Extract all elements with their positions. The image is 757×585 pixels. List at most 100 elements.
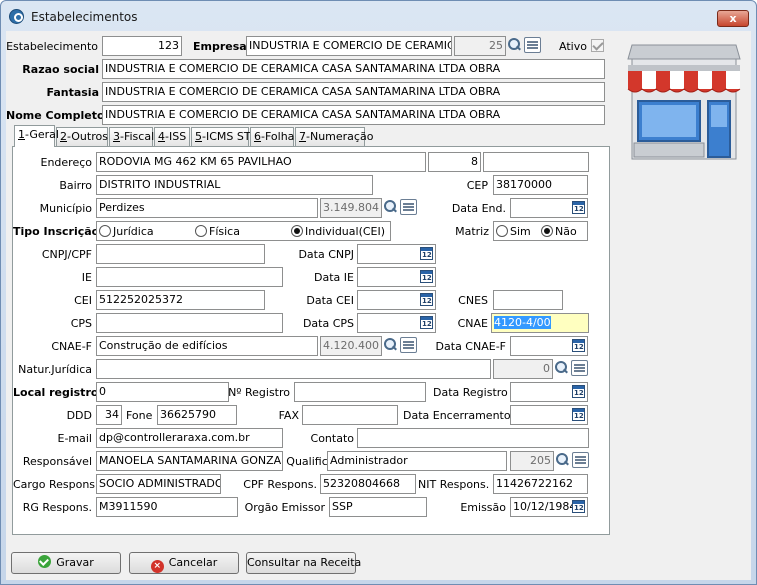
title-bar: Estabelecimentos x	[1, 1, 756, 31]
nit-respons-field[interactable]: 11426722162	[493, 474, 588, 494]
tab-numeracao-key: 7	[299, 130, 306, 143]
estabelecimento-field[interactable]: 123	[102, 36, 182, 56]
cnes-label: CNES	[458, 294, 488, 307]
tipo-fisica-radio[interactable]	[195, 225, 207, 237]
cnae-field[interactable]: 4120-4/00	[491, 313, 589, 333]
ddd-field[interactable]: 34	[96, 405, 122, 425]
cpf-respons-field[interactable]: 52320804668	[320, 474, 416, 494]
municipio-code-field: 3.149.804	[320, 198, 382, 218]
fantasia-label: Fantasia	[46, 86, 99, 99]
rg-respons-label: RG Respons.	[22, 501, 92, 514]
empresa-magnifier-icon[interactable]	[506, 36, 523, 54]
ie-field[interactable]	[96, 267, 283, 287]
natur-juridica-magnifier-icon[interactable]	[553, 359, 570, 377]
consultar-receita-button[interactable]: Consultar na Receita	[246, 552, 361, 574]
tab-outros-label: -Outros	[67, 130, 108, 143]
cnpj-label: CNPJ/CPF	[41, 248, 92, 261]
data-registro-calendar-icon[interactable]	[572, 385, 585, 398]
data-cnpj-label: Data CNPJ	[298, 248, 354, 261]
matriz-nao-radio[interactable]	[541, 225, 553, 237]
tab-geral-key: 1	[18, 128, 25, 141]
data-ie-calendar-icon[interactable]	[420, 270, 433, 283]
data-cnae-f-label: Data CNAE-F	[435, 340, 506, 353]
cep-label: CEP	[466, 179, 488, 192]
nome-completo-field[interactable]: INDUSTRIA E COMERCIO DE CERAMICA CASA SA…	[102, 105, 605, 125]
data-end-label: Data End.	[451, 202, 506, 215]
fone-field[interactable]: 36625790	[157, 405, 237, 425]
numero-field[interactable]: 8	[428, 152, 481, 172]
tab-icms-st[interactable]: 5-ICMS ST	[191, 127, 251, 147]
data-cps-calendar-icon[interactable]	[420, 316, 433, 329]
qualificacao-code-field: 205	[510, 451, 554, 471]
data-cnae-f-calendar-icon[interactable]	[572, 339, 585, 352]
fax-label: FAX	[278, 409, 299, 422]
cnae-f-list-icon[interactable]	[400, 337, 417, 353]
cnae-f-magnifier-icon[interactable]	[382, 336, 399, 354]
natur-juridica-label: Natur.Jurídica	[18, 363, 92, 376]
tab-outros[interactable]: 2-Outros	[56, 127, 108, 147]
tab-fiscal-key: 3	[113, 130, 120, 143]
natur-juridica-field[interactable]	[96, 359, 491, 379]
tipo-individual-label: Individual(CEI)	[305, 225, 386, 238]
email-field[interactable]: dp@controlleraraxa.com.br	[96, 428, 283, 448]
tab-folha[interactable]: 6-Folha	[250, 127, 294, 147]
data-encerramento-calendar-icon[interactable]	[572, 408, 585, 421]
fantasia-field[interactable]: INDUSTRIA E COMERCIO DE CERAMICA CASA SA…	[102, 82, 605, 102]
rg-respons-field[interactable]: M3911590	[96, 497, 238, 517]
data-cei-calendar-icon[interactable]	[420, 293, 433, 306]
cps-label: CPS	[70, 317, 92, 330]
fax-field[interactable]	[302, 405, 398, 425]
data-registro-label: Data Registro	[433, 386, 508, 399]
municipio-magnifier-icon[interactable]	[382, 198, 399, 216]
matriz-sim-radio[interactable]	[496, 225, 508, 237]
cargo-field[interactable]: SOCIO ADMINISTRADOR	[96, 474, 221, 494]
bairro-field[interactable]: DISTRITO INDUSTRIAL	[96, 175, 373, 195]
local-registro-field[interactable]: 0	[96, 382, 229, 402]
cnae-f-field[interactable]: Construção de edifícios	[96, 336, 318, 356]
matriz-sim-label: Sim	[510, 225, 531, 238]
store-illustration-icon	[627, 44, 741, 160]
gravar-button-label: Gravar	[56, 556, 94, 569]
municipio-field[interactable]: Perdizes	[96, 198, 318, 218]
nome-completo-label: Nome Completo	[6, 109, 105, 122]
contato-field[interactable]	[357, 428, 589, 448]
qualificacao-list-icon[interactable]	[572, 452, 589, 468]
emissao-calendar-icon[interactable]	[572, 500, 585, 513]
endereco-field[interactable]: RODOVIA MG 462 KM 65 PAVILHAO	[96, 152, 426, 172]
data-end-calendar-icon[interactable]	[572, 201, 585, 214]
empresa-list-icon[interactable]	[524, 37, 541, 53]
window: Estabelecimentos x Estabelecimento 123 E…	[0, 0, 757, 585]
complemento-field[interactable]	[483, 152, 589, 172]
cnpj-field[interactable]	[96, 244, 265, 264]
ativo-checkbox[interactable]	[591, 39, 604, 52]
tab-numeracao[interactable]: 7-Numeração	[295, 127, 373, 147]
nit-respons-label: NIT Respons.	[418, 478, 490, 491]
gravar-button[interactable]: Gravar	[11, 552, 121, 574]
cps-field[interactable]	[96, 313, 283, 333]
razao-field[interactable]: INDUSTRIA E COMERCIO DE CERAMICA CASA SA…	[102, 59, 605, 79]
tab-iss[interactable]: 4-ISS	[154, 127, 190, 147]
natur-juridica-list-icon[interactable]	[571, 360, 588, 376]
tipo-individual-radio[interactable]	[291, 225, 303, 237]
qualificacao-field[interactable]: Administrador	[327, 451, 507, 471]
empresa-field[interactable]: INDUSTRIA E COMERCIO DE CERAMICA C	[246, 36, 452, 56]
orgao-emissor-field[interactable]: SSP	[329, 497, 427, 517]
tab-geral[interactable]: 1-Geral	[14, 125, 59, 147]
close-button[interactable]: x	[717, 10, 749, 27]
cei-field[interactable]: 512252025372	[96, 290, 265, 310]
empresa-label: Empresa	[193, 40, 247, 53]
n-registro-field[interactable]	[294, 382, 426, 402]
cep-field[interactable]: 38170000	[493, 175, 588, 195]
cancelar-button[interactable]: × Cancelar	[129, 552, 239, 574]
qualificacao-magnifier-icon[interactable]	[554, 451, 571, 469]
cnes-field[interactable]	[493, 290, 563, 310]
data-cnpj-calendar-icon[interactable]	[420, 247, 433, 260]
tab-panel-geral: Endereço RODOVIA MG 462 KM 65 PAVILHAO 8…	[12, 146, 610, 535]
ddd-label: DDD	[66, 409, 92, 422]
responsavel-field[interactable]: MANOELA SANTAMARINA GONZALES L	[96, 451, 283, 471]
data-cps-label: Data CPS	[302, 317, 354, 330]
tab-geral-label: -Geral	[25, 128, 59, 141]
tipo-juridica-radio[interactable]	[99, 225, 111, 237]
tab-fiscal[interactable]: 3-Fiscal	[109, 127, 154, 147]
municipio-list-icon[interactable]	[400, 199, 417, 215]
